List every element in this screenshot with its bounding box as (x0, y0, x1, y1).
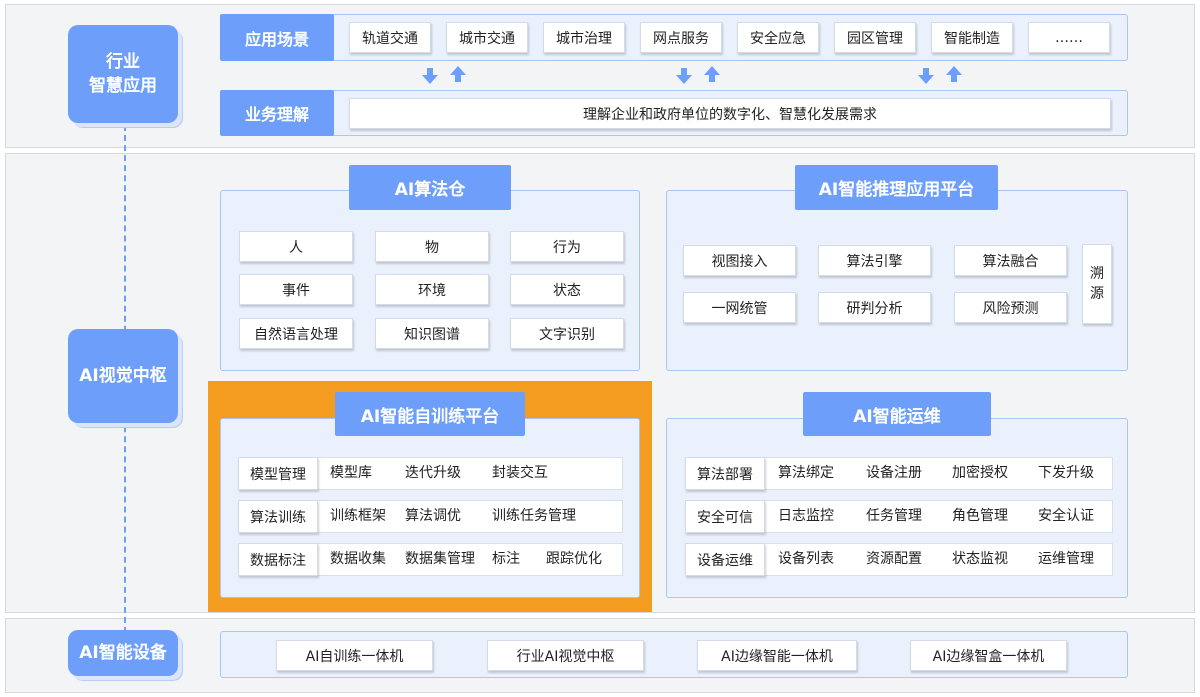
scenario-item: 智能制造 (931, 22, 1013, 53)
inference-item: 视图接入 (683, 245, 796, 276)
row-cell: 训练框架 (330, 508, 386, 524)
arrow-down-icon (917, 68, 935, 84)
row-cell: 数据收集 (330, 551, 386, 567)
row-cell: 加密授权 (952, 465, 1008, 481)
device-item: 行业AI视觉中枢 (487, 640, 644, 671)
scenario-item: …… (1028, 22, 1110, 53)
row-head: 算法训练 (238, 500, 318, 533)
row-head: 数据标注 (238, 543, 318, 576)
row-cell: 资源配置 (866, 551, 922, 567)
algo-item: 人 (239, 231, 353, 262)
algo-item: 环境 (375, 274, 489, 305)
algo-item: 知识图谱 (375, 318, 489, 349)
row-head: 安全可信 (685, 500, 765, 533)
inference-panel (666, 190, 1128, 371)
row-cell: 跟踪优化 (546, 551, 602, 567)
arrow-up-icon (449, 66, 467, 82)
scenario-title: 应用场景 (220, 14, 334, 61)
row-cell: 状态监视 (952, 551, 1008, 567)
scenario-item: 城市治理 (543, 22, 625, 53)
scenario-item: 安全应急 (737, 22, 819, 53)
algo-item: 行为 (510, 231, 624, 262)
row-cell: 数据集管理 (405, 551, 475, 567)
row-cell: 标注 (492, 551, 520, 567)
row-cell: 日志监控 (778, 508, 834, 524)
row-head: 设备运维 (685, 543, 765, 576)
inference-side-trace: 溯 源 (1082, 244, 1112, 324)
scenario-item: 园区管理 (834, 22, 916, 53)
business-title: 业务理解 (220, 90, 334, 136)
row-head: 算法部署 (685, 457, 765, 490)
arrow-down-icon (421, 68, 439, 84)
algo-item: 文字识别 (510, 318, 624, 349)
algo-item: 物 (375, 231, 489, 262)
row-cell: 算法调优 (405, 508, 461, 524)
device-item: AI边缘智能一体机 (697, 640, 857, 671)
row-cell: 下发升级 (1038, 465, 1094, 481)
row-cell: 角色管理 (952, 508, 1008, 524)
row-cell: 算法绑定 (778, 465, 834, 481)
row-cell: 设备列表 (778, 551, 834, 567)
scenario-item: 城市交通 (446, 22, 528, 53)
row-cell: 任务管理 (866, 508, 922, 524)
inference-item: 风险预测 (954, 292, 1067, 323)
algo-item: 状态 (510, 274, 624, 305)
device-item: AI自训练一体机 (276, 640, 433, 671)
training-title: AI智能自训练平台 (335, 392, 525, 436)
arrow-down-icon (675, 68, 693, 84)
inference-item: 一网统管 (683, 292, 796, 323)
business-text: 理解企业和政府单位的数字化、智慧化发展需求 (349, 98, 1111, 129)
row-cell: 设备注册 (866, 465, 922, 481)
inference-item: 算法融合 (954, 245, 1067, 276)
algo-item: 自然语言处理 (239, 318, 353, 349)
device-item: AI边缘智盒一体机 (910, 640, 1067, 671)
row-cell: 运维管理 (1038, 551, 1094, 567)
arrow-up-icon (945, 66, 963, 82)
row-cell: 迭代升级 (405, 465, 461, 481)
label-industry-app: 行业 智慧应用 (68, 25, 178, 123)
row-cell: 封装交互 (492, 465, 548, 481)
row-cell: 模型库 (330, 465, 372, 481)
ops-title: AI智能运维 (803, 392, 991, 436)
algo-item: 事件 (239, 274, 353, 305)
inference-item: 算法引擎 (818, 245, 931, 276)
label-ai-vision-hub: AI视觉中枢 (68, 329, 178, 423)
label-ai-device: AI智能设备 (68, 630, 178, 676)
scenario-item: 轨道交通 (349, 22, 431, 53)
inference-item: 研判分析 (818, 292, 931, 323)
row-cell: 训练任务管理 (492, 508, 576, 524)
row-head: 模型管理 (238, 457, 318, 490)
algo-warehouse-title: AI算法仓 (349, 165, 511, 210)
row-cell: 安全认证 (1038, 508, 1094, 524)
scenario-item: 网点服务 (640, 22, 722, 53)
arrow-up-icon (703, 66, 721, 82)
inference-title: AI智能推理应用平台 (795, 165, 998, 210)
